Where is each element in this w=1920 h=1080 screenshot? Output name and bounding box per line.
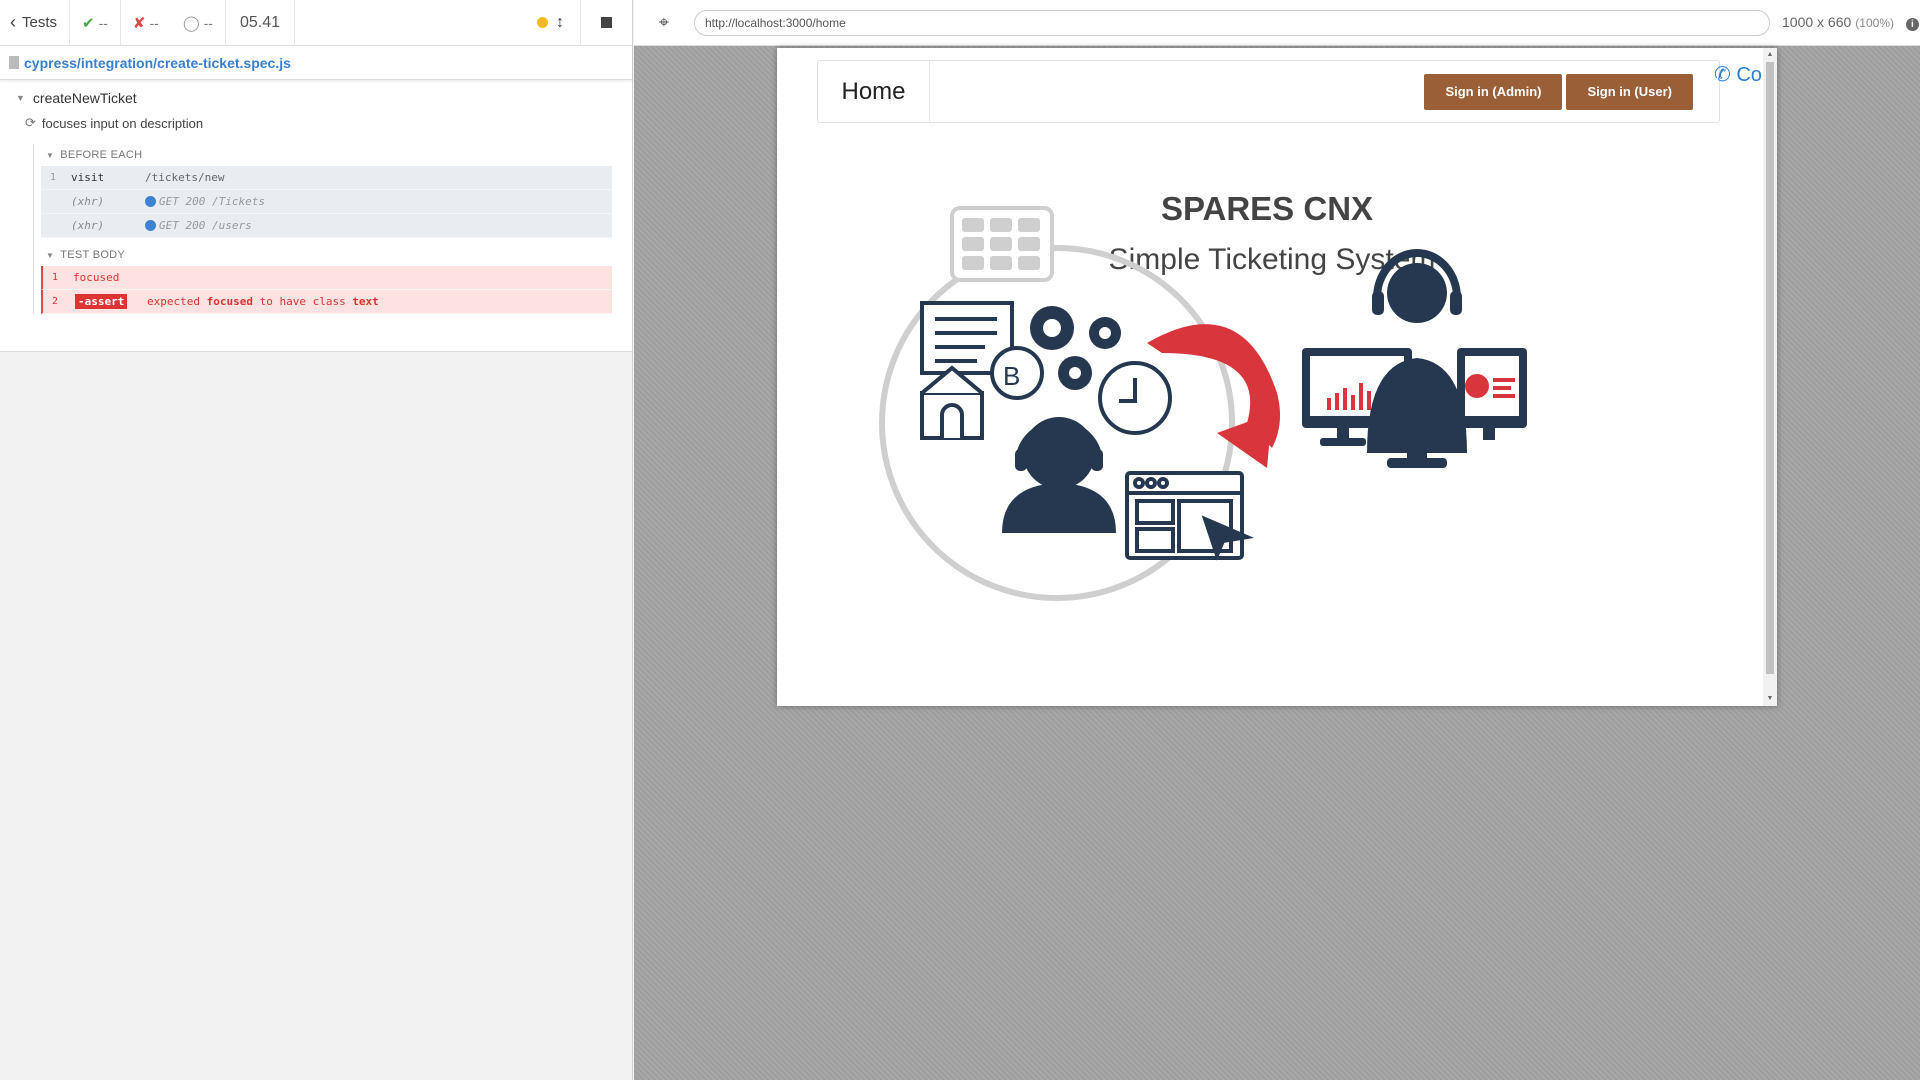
spec-path-link[interactable]: cypress/integration/create-ticket.spec.j… bbox=[24, 55, 291, 71]
msg-part-bold: focused bbox=[206, 295, 253, 308]
failed-count: -- bbox=[149, 14, 159, 31]
hook-before-each: ▼ BEFORE EACH 1 visit /tickets/new (xhr)… bbox=[33, 144, 612, 314]
info-icon[interactable]: i bbox=[1905, 18, 1919, 31]
test-title[interactable]: ⟳ focuses input on description bbox=[0, 108, 632, 138]
command-row[interactable]: (xhr) GET 200 /Tickets bbox=[41, 190, 612, 214]
suite-title[interactable]: ▼ createNewTicket bbox=[0, 80, 632, 108]
sign-in-user-button[interactable]: Sign in (User) bbox=[1566, 73, 1693, 110]
refresh-icon: ⟳ bbox=[25, 115, 36, 130]
command-row[interactable]: 1 visit /tickets/new bbox=[41, 166, 612, 190]
contact-label: Co bbox=[1736, 64, 1762, 86]
caret-down-icon: ▼ bbox=[46, 150, 55, 160]
running-indicator[interactable]: ↕ bbox=[525, 0, 580, 46]
x-icon: ✘ bbox=[132, 14, 146, 32]
tests-label: Tests bbox=[22, 14, 58, 31]
passed-count: -- bbox=[98, 14, 108, 31]
command-name: visit bbox=[71, 171, 105, 184]
command-name: (xhr) bbox=[71, 195, 105, 208]
hook-title[interactable]: ▼ TEST BODY bbox=[34, 244, 612, 266]
command-row-failed[interactable]: 1 focused bbox=[41, 266, 612, 290]
command-message: expected focused to have class text bbox=[147, 295, 379, 308]
viewport-info: 1000 x 660 (100%) i bbox=[1782, 14, 1919, 31]
auto-scroll-icon[interactable]: ↕ bbox=[556, 14, 564, 32]
scroll-down-icon[interactable]: ▼ bbox=[1763, 692, 1777, 706]
selector-playground-icon[interactable]: ⌖ bbox=[634, 12, 694, 33]
running-dot-icon bbox=[537, 17, 548, 28]
command-message: /tickets/new bbox=[145, 171, 225, 184]
svg-text:B: B bbox=[1003, 361, 1020, 391]
assert-badge: -assert bbox=[75, 294, 128, 309]
chevron-left-icon: ‹ bbox=[10, 12, 16, 32]
helpdesk-illustration: B bbox=[879, 206, 1527, 601]
scroll-up-icon[interactable]: ▲ bbox=[1763, 48, 1777, 62]
runnables-list: ▼ createNewTicket ⟳ focuses input on des… bbox=[0, 80, 632, 352]
xhr-status-icon bbox=[145, 196, 156, 207]
reporter-header: ‹ Tests ✔ -- ✘ -- ◯ -- 05.41 ↕ bbox=[0, 0, 632, 46]
sign-in-admin-button[interactable]: Sign in (Admin) bbox=[1424, 73, 1563, 110]
viewport-scale: (100%) bbox=[1855, 16, 1894, 30]
msg-part-bold: text bbox=[352, 295, 379, 308]
hook-title-label: BEFORE EACH bbox=[60, 149, 143, 161]
command-name: -assert bbox=[67, 294, 147, 309]
viewport-size: 1000 x 660 bbox=[1782, 14, 1852, 30]
phone-icon: ✆ bbox=[1714, 64, 1731, 86]
spec-bar: cypress/integration/create-ticket.spec.j… bbox=[0, 46, 632, 80]
msg-part: expected bbox=[147, 295, 200, 308]
reporter-panel: ‹ Tests ✔ -- ✘ -- ◯ -- 05.41 ↕ cypress/i… bbox=[0, 0, 633, 1080]
circle-icon: ◯ bbox=[182, 14, 200, 32]
failed-stat: ✘ -- bbox=[121, 0, 171, 46]
pending-count: -- bbox=[203, 14, 213, 31]
scrollbar-thumb[interactable] bbox=[1766, 62, 1774, 674]
file-icon bbox=[9, 56, 19, 69]
command-row-failed[interactable]: 2 -assert expected focused to have class… bbox=[41, 290, 612, 314]
header-spacer bbox=[295, 0, 525, 46]
command-message: GET 200 /users bbox=[159, 219, 252, 232]
hook-title-label: TEST BODY bbox=[60, 249, 126, 261]
passed-stat: ✔ -- bbox=[70, 0, 121, 46]
clock-icon bbox=[1098, 361, 1172, 435]
caret-down-icon: ▼ bbox=[16, 93, 25, 103]
app-iframe: Home Sign in (Admin) Sign in (User) ✆ Co… bbox=[777, 48, 1777, 706]
tests-button[interactable]: ‹ Tests bbox=[0, 0, 71, 46]
url-field[interactable]: http://localhost:3000/home bbox=[694, 9, 1770, 36]
support-agent-icon bbox=[1002, 417, 1116, 533]
nav-home-link[interactable]: Home bbox=[818, 61, 930, 122]
command-message: GET 200 /Tickets bbox=[159, 195, 265, 208]
aut-panel: ⌖ http://localhost:3000/home 1000 x 660(… bbox=[634, 0, 1920, 1080]
contact-link[interactable]: ✆ Co bbox=[1714, 62, 1762, 87]
command-row[interactable]: (xhr) GET 200 /users bbox=[41, 214, 612, 238]
suite-label: createNewTicket bbox=[32, 90, 137, 106]
app-scrollbar[interactable]: ▲ ▼ bbox=[1763, 48, 1777, 706]
stop-button[interactable] bbox=[580, 0, 632, 46]
xhr-status-icon bbox=[145, 220, 156, 231]
url-bar: ⌖ http://localhost:3000/home 1000 x 660(… bbox=[634, 0, 1920, 46]
caret-down-icon: ▼ bbox=[46, 250, 55, 260]
command-number: 2 bbox=[51, 296, 59, 307]
command-number: 1 bbox=[51, 272, 59, 283]
command-name: focused bbox=[73, 271, 120, 284]
pending-stat: ◯ -- bbox=[171, 0, 226, 46]
browser-window-icon bbox=[1125, 471, 1255, 561]
support-operator-icon bbox=[1302, 249, 1527, 468]
msg-part: to have class bbox=[259, 295, 346, 308]
check-icon: ✔ bbox=[82, 14, 95, 32]
hook-title[interactable]: ▼ BEFORE EACH bbox=[34, 144, 612, 166]
stop-icon bbox=[601, 17, 612, 28]
command-number: 1 bbox=[49, 172, 57, 183]
duration: 05.41 bbox=[226, 0, 295, 46]
calendar-icon bbox=[950, 206, 1054, 282]
command-name: (xhr) bbox=[71, 219, 105, 232]
house-icon bbox=[920, 365, 984, 440]
test-label: focuses input on description bbox=[41, 115, 204, 131]
app-navbar: Home Sign in (Admin) Sign in (User) bbox=[817, 60, 1720, 123]
